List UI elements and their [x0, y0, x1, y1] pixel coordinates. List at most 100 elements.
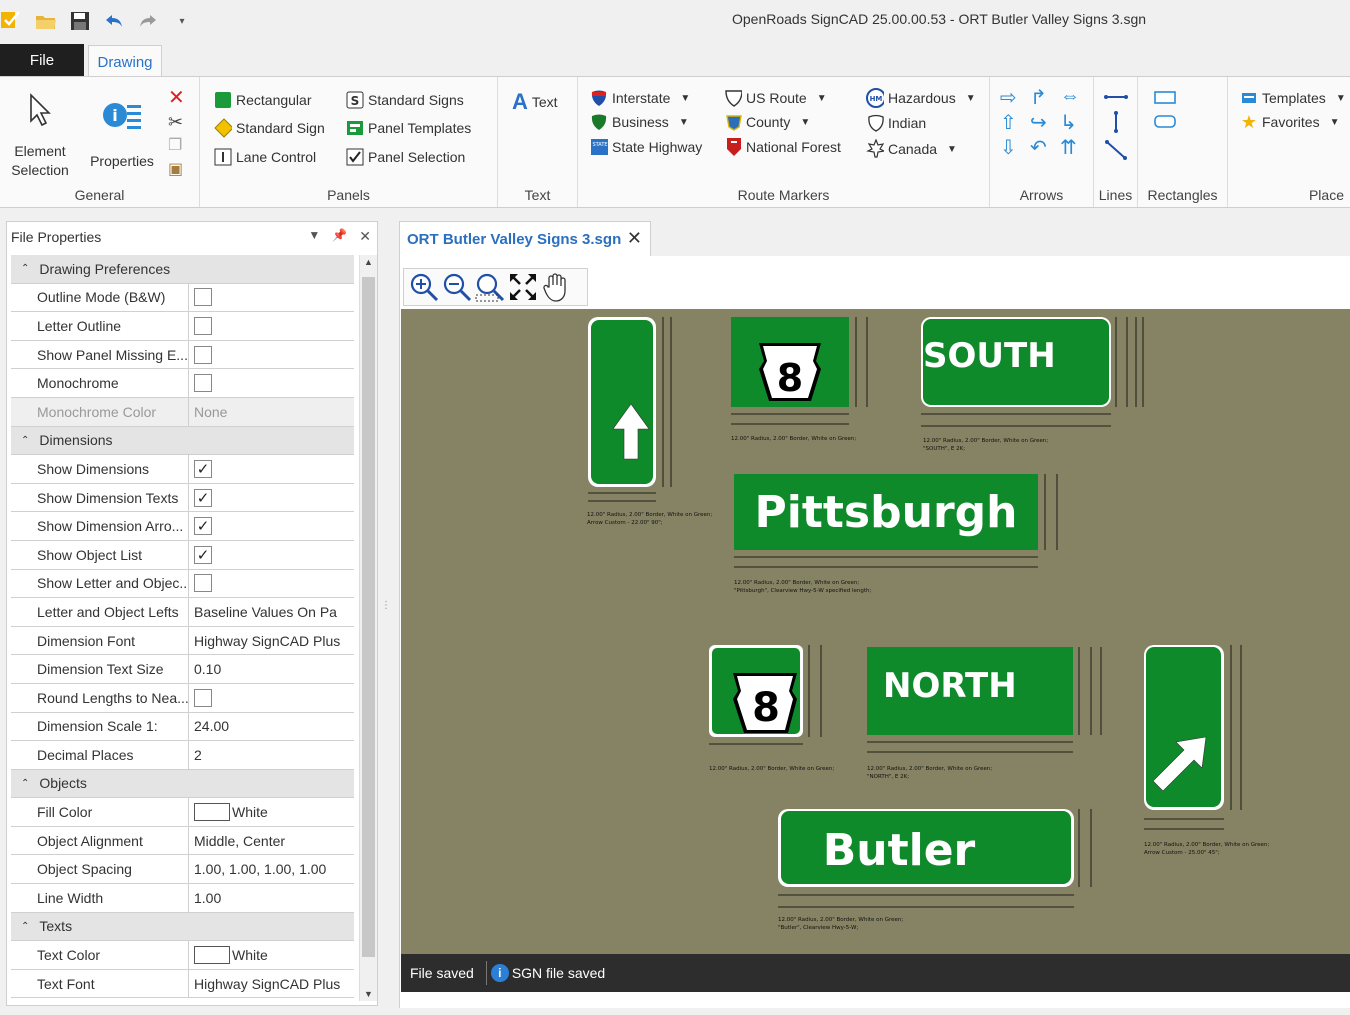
sign-diagonal-arrow[interactable]: 12.00" Radius, 2.00" Border, White on Gr… — [1144, 645, 1269, 856]
paste-icon[interactable]: ▣ — [168, 161, 190, 179]
pan-hand-icon[interactable] — [540, 271, 572, 303]
vertical-line-icon[interactable] — [1104, 111, 1128, 133]
show-object-list-checkbox[interactable]: ✓ — [194, 545, 212, 564]
favorites-button[interactable]: ★ Favorites ▼ — [1240, 112, 1340, 132]
chevron-up-icon[interactable]: ⌃ — [21, 435, 29, 446]
show-panel-missing-checkbox[interactable] — [194, 345, 212, 364]
letter-outline-checkbox[interactable] — [194, 316, 212, 335]
round-lengths-checkbox[interactable] — [194, 688, 212, 707]
scroll-up-icon[interactable]: ▲ — [364, 257, 373, 267]
app-icon[interactable] — [0, 9, 24, 33]
arrow-corner-icon[interactable]: ↳ — [1060, 110, 1090, 135]
show-dimension-arrows-checkbox[interactable]: ✓ — [194, 517, 212, 536]
panel-selection-button[interactable]: Panel Selection — [346, 148, 465, 166]
scrollbar-thumb[interactable] — [362, 277, 375, 957]
object-spacing-value[interactable]: 1.00, 1.00, 1.00, 1.00 — [189, 855, 354, 883]
hazardous-button[interactable]: HM Hazardous ▼ — [866, 88, 976, 108]
sign-north[interactable]: NORTH 12.00" Radius, 2.00" Border, White… — [867, 647, 1102, 780]
open-folder-icon[interactable] — [34, 9, 58, 33]
rectangle-icon[interactable] — [1154, 91, 1176, 105]
zoom-out-icon[interactable] — [441, 271, 473, 303]
business-button[interactable]: Business ▼ — [590, 113, 689, 131]
state-highway-button[interactable]: STATE State Highway — [590, 138, 702, 156]
close-icon[interactable]: ✕ — [359, 228, 371, 245]
properties-button[interactable]: i Properties — [86, 97, 158, 171]
save-icon[interactable] — [68, 9, 92, 33]
us-route-button[interactable]: US Route ▼ — [724, 89, 827, 107]
canada-button[interactable]: Canada ▼ — [866, 139, 957, 158]
sign-route-8-top[interactable]: 8 12.00" Radius, 2.00" Border, White on … — [731, 317, 868, 442]
category-texts[interactable]: ⌃ Texts — [11, 912, 354, 942]
tab-drawing[interactable]: Drawing — [88, 45, 162, 78]
arrow-curve-right-icon[interactable]: ↪ — [1030, 110, 1060, 135]
national-forest-button[interactable]: National Forest — [724, 138, 841, 156]
decimal-places-value[interactable]: 2 — [189, 741, 354, 769]
letter-object-lefts-value[interactable]: Baseline Values On Pa — [189, 598, 354, 626]
customize-toolbar-icon[interactable]: ▾ — [170, 9, 194, 33]
arrow-turn-up-right-icon[interactable]: ↱ — [1030, 85, 1060, 110]
sign-south[interactable]: SOUTH 12.00" Radius, 2.00" Border, White… — [921, 317, 1144, 452]
line-width-value[interactable]: 1.00 — [189, 884, 354, 912]
scroll-down-icon[interactable]: ▼ — [364, 989, 373, 999]
panel-splitter[interactable]: ⋮ — [381, 600, 391, 624]
sign-butler[interactable]: Butler 12.00" Radius, 2.00" Border, Whit… — [778, 809, 1092, 931]
horizontal-line-icon[interactable] — [1104, 89, 1128, 105]
standard-sign-button[interactable]: Standard Sign — [214, 118, 325, 138]
interstate-button[interactable]: Interstate ▼ — [590, 89, 690, 107]
templates-button[interactable]: Templates ▼ — [1240, 89, 1346, 107]
arrow-double-icon[interactable]: ⇔ — [1060, 85, 1090, 110]
dropdown-icon[interactable]: ▼ — [308, 228, 320, 245]
rounded-rectangle-icon[interactable] — [1154, 115, 1176, 129]
text-font-value[interactable]: Highway SignCAD Plus — [189, 970, 354, 998]
arrow-u-turn-icon[interactable]: ↶ — [1030, 135, 1060, 160]
sign-route-8-bottom[interactable]: 8 12.00" Radius, 2.00" Border, White on … — [709, 645, 834, 772]
diagonal-line-icon[interactable] — [1104, 139, 1128, 161]
text-button[interactable]: A Text — [512, 89, 558, 115]
close-icon[interactable]: ✕ — [627, 228, 642, 249]
object-alignment-value[interactable]: Middle, Center — [189, 827, 354, 855]
lane-control-button[interactable]: Lane Control — [214, 148, 316, 166]
county-button[interactable]: County ▼ — [724, 113, 810, 131]
property-grid-scrollbar[interactable]: ▲ ▼ — [359, 255, 377, 1001]
copy-icon[interactable]: ❐ — [168, 137, 190, 155]
arrow-right-icon[interactable]: ⇨ — [1000, 85, 1030, 110]
zoom-in-icon[interactable] — [408, 271, 440, 303]
chevron-up-icon[interactable]: ⌃ — [21, 921, 29, 932]
redo-icon[interactable] — [136, 9, 160, 33]
fit-to-view-icon[interactable] — [507, 271, 539, 303]
document-tab[interactable]: ORT Butler Valley Signs 3.sgn ✕ — [399, 221, 651, 256]
text-color-value[interactable]: White — [189, 941, 354, 969]
dimension-scale-value[interactable]: 24.00 — [189, 713, 354, 741]
category-drawing-preferences[interactable]: ⌃ Drawing Preferences — [11, 255, 354, 284]
cut-icon[interactable]: ✂ — [168, 113, 190, 131]
drawing-canvas[interactable]: 12.00" Radius, 2.00" Border, White on Gr… — [401, 309, 1350, 954]
dimension-font-value[interactable]: Highway SignCAD Plus — [189, 627, 354, 655]
property-row: Object Alignment Middle, Center — [11, 826, 354, 856]
monochrome-checkbox[interactable] — [194, 374, 212, 393]
fill-color-value[interactable]: White — [189, 798, 354, 826]
zoom-window-icon[interactable] — [474, 271, 506, 303]
standard-signs-button[interactable]: S Standard Signs — [346, 91, 464, 109]
show-dimensions-checkbox[interactable]: ✓ — [194, 459, 212, 478]
tab-file[interactable]: File — [0, 44, 84, 77]
show-dimension-texts-checkbox[interactable]: ✓ — [194, 488, 212, 507]
pin-icon[interactable]: 📌 — [332, 228, 347, 245]
indian-button[interactable]: Indian — [866, 114, 926, 132]
category-objects[interactable]: ⌃ Objects — [11, 769, 354, 799]
chevron-up-icon[interactable]: ⌃ — [21, 263, 29, 274]
chevron-up-icon[interactable]: ⌃ — [21, 778, 29, 789]
category-dimensions[interactable]: ⌃ Dimensions — [11, 426, 354, 456]
sign-pittsburgh[interactable]: Pittsburgh 12.00" Radius, 2.00" Border, … — [734, 474, 1058, 594]
dimension-text-size-value[interactable]: 0.10 — [189, 655, 354, 683]
undo-icon[interactable] — [102, 9, 126, 33]
arrow-down-icon[interactable]: ⇩ — [1000, 135, 1030, 160]
rectangular-button[interactable]: Rectangular — [214, 91, 312, 109]
panel-templates-button[interactable]: Panel Templates — [346, 119, 471, 137]
show-letter-object-checkbox[interactable] — [194, 574, 212, 593]
element-selection-button[interactable]: Element Selection — [6, 93, 74, 180]
arrow-up-icon[interactable]: ⇧ — [1000, 110, 1030, 135]
outline-mode-checkbox[interactable] — [194, 288, 212, 307]
delete-icon[interactable]: ✕ — [168, 88, 190, 108]
sign-up-arrow[interactable]: 12.00" Radius, 2.00" Border, White on Gr… — [587, 317, 712, 526]
arrow-fork-icon[interactable]: ⇈ — [1060, 135, 1090, 160]
